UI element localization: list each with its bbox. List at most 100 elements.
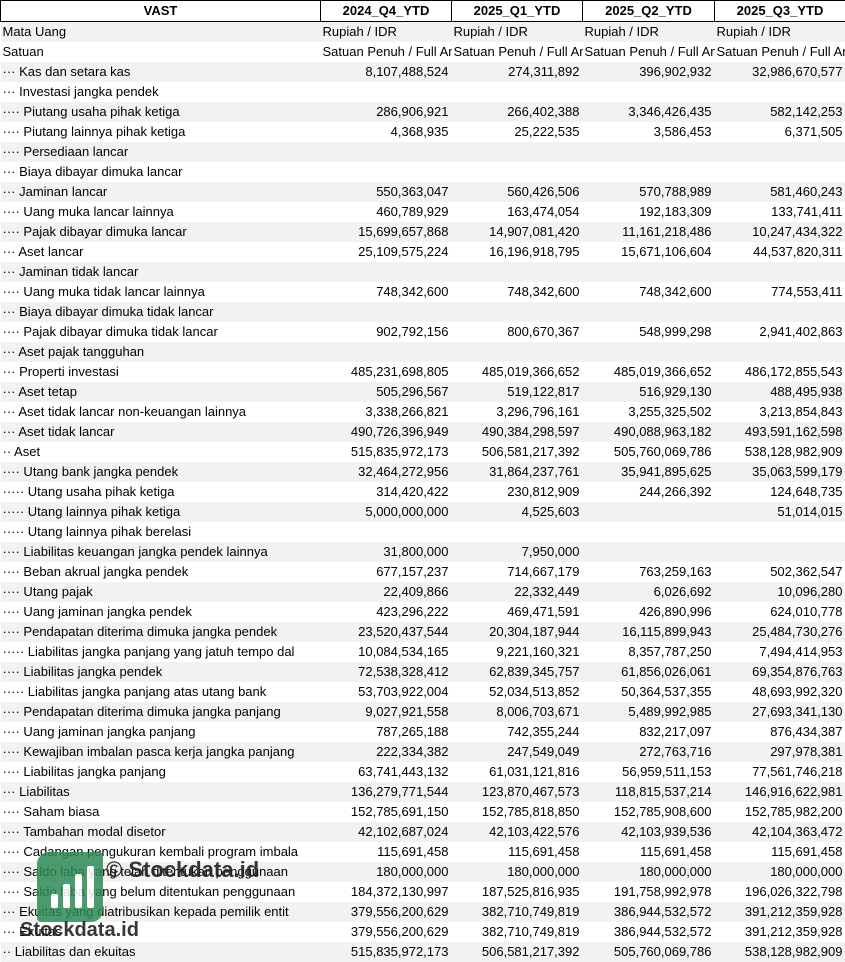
- row-value: 314,420,422: [321, 482, 452, 502]
- row-label: ···· Utang pajak: [1, 582, 321, 602]
- row-value: 379,556,200,629: [321, 902, 452, 922]
- table-row: ···· Utang pajak22,409,86622,332,4496,02…: [1, 582, 845, 602]
- row-value: 52,034,513,852: [452, 682, 583, 702]
- financial-table: VAST 2024_Q4_YTD 2025_Q1_YTD 2025_Q2_YTD…: [0, 0, 845, 962]
- row-label: Satuan: [1, 42, 321, 62]
- row-label: ··· Aset tetap: [1, 382, 321, 402]
- row-value: 16,115,899,943: [583, 622, 715, 642]
- row-value: 25,222,535: [452, 122, 583, 142]
- row-value: 876,434,387: [715, 722, 845, 742]
- row-value: 297,978,381: [715, 742, 845, 762]
- row-value: 748,342,600: [583, 282, 715, 302]
- row-value: 506,581,217,392: [452, 442, 583, 462]
- row-value: 391,212,359,928: [715, 922, 845, 942]
- row-value: [583, 542, 715, 562]
- table-row: ···· Piutang lainnya pihak ketiga4,368,9…: [1, 122, 845, 142]
- row-value: [583, 522, 715, 542]
- table-row: ···· Uang muka tidak lancar lainnya748,3…: [1, 282, 845, 302]
- row-value: 180,000,000: [452, 862, 583, 882]
- row-value: Satuan Penuh / Full Amount: [452, 42, 583, 62]
- row-value: 42,104,363,472: [715, 822, 845, 842]
- row-value: [452, 262, 583, 282]
- table-row: ·· Liabilitas dan ekuitas515,835,972,173…: [1, 942, 845, 962]
- table-row: ···· Uang jaminan jangka panjang787,265,…: [1, 722, 845, 742]
- row-value: 14,907,081,420: [452, 222, 583, 242]
- row-value: 222,334,382: [321, 742, 452, 762]
- watermark-text: © Stockdata.id: [106, 857, 259, 883]
- row-value: 382,710,749,819: [452, 922, 583, 942]
- row-value: 56,959,511,153: [583, 762, 715, 782]
- row-value: [715, 542, 845, 562]
- row-value: [452, 342, 583, 362]
- row-value: 505,760,069,786: [583, 942, 715, 962]
- header-row: VAST 2024_Q4_YTD 2025_Q1_YTD 2025_Q2_YTD…: [1, 1, 845, 22]
- table-row: ··· Liabilitas136,279,771,544123,870,467…: [1, 782, 845, 802]
- row-value: [321, 342, 452, 362]
- row-value: 61,031,121,816: [452, 762, 583, 782]
- row-value: 677,157,237: [321, 562, 452, 582]
- table-body: Mata UangRupiah / IDRRupiah / IDRRupiah …: [1, 22, 845, 962]
- table-row: ···· Tambahan modal disetor42,102,687,02…: [1, 822, 845, 842]
- row-value: 69,354,876,763: [715, 662, 845, 682]
- row-label: ··· Liabilitas: [1, 782, 321, 802]
- row-value: 486,172,855,543: [715, 362, 845, 382]
- row-value: 42,103,422,576: [452, 822, 583, 842]
- row-value: 624,010,778: [715, 602, 845, 622]
- row-label: ···· Liabilitas jangka panjang: [1, 762, 321, 782]
- row-value: 191,758,992,978: [583, 882, 715, 902]
- row-value: [715, 342, 845, 362]
- row-value: 560,426,506: [452, 182, 583, 202]
- row-value: [715, 522, 845, 542]
- row-value: 493,591,162,598: [715, 422, 845, 442]
- table-row: ···· Uang muka lancar lainnya460,789,929…: [1, 202, 845, 222]
- row-value: 266,402,388: [452, 102, 583, 122]
- row-value: 61,856,026,061: [583, 662, 715, 682]
- row-label: ····· Utang lainnya pihak berelasi: [1, 522, 321, 542]
- row-label: ···· Pajak dibayar dimuka lancar: [1, 222, 321, 242]
- row-value: [583, 142, 715, 162]
- row-label: ···· Pajak dibayar dimuka tidak lancar: [1, 322, 321, 342]
- row-value: [715, 262, 845, 282]
- table-row: ···· Beban akrual jangka pendek677,157,2…: [1, 562, 845, 582]
- row-value: 515,835,972,173: [321, 442, 452, 462]
- row-value: 386,944,532,572: [583, 922, 715, 942]
- row-value: 5,489,992,985: [583, 702, 715, 722]
- row-value: Satuan Penuh / Full Amount: [321, 42, 452, 62]
- row-value: 748,342,600: [321, 282, 452, 302]
- row-label: ·· Liabilitas dan ekuitas: [1, 942, 321, 962]
- row-value: [715, 162, 845, 182]
- table-row: ···· Pendapatan diterima dimuka jangka p…: [1, 702, 845, 722]
- row-value: 582,142,253: [715, 102, 845, 122]
- table-row: ··· Properti investasi485,231,698,805485…: [1, 362, 845, 382]
- row-value: [321, 162, 452, 182]
- row-value: 10,247,434,322: [715, 222, 845, 242]
- row-value: 286,906,921: [321, 102, 452, 122]
- row-value: 379,556,200,629: [321, 922, 452, 942]
- row-label: ···· Persediaan lancar: [1, 142, 321, 162]
- row-label: ···· Uang muka tidak lancar lainnya: [1, 282, 321, 302]
- row-value: 382,710,749,819: [452, 902, 583, 922]
- row-value: [452, 302, 583, 322]
- row-label: ···· Uang jaminan jangka panjang: [1, 722, 321, 742]
- table-row: ···· Pajak dibayar dimuka tidak lancar90…: [1, 322, 845, 342]
- row-value: 48,693,992,320: [715, 682, 845, 702]
- row-value: Satuan Penuh / Full Amount: [715, 42, 845, 62]
- row-label: ···· Kewajiban imbalan pasca kerja jangk…: [1, 742, 321, 762]
- row-value: 485,019,366,652: [452, 362, 583, 382]
- row-value: 192,183,309: [583, 202, 715, 222]
- row-value: Rupiah / IDR: [452, 22, 583, 43]
- row-value: [583, 82, 715, 102]
- meta-row: SatuanSatuan Penuh / Full AmountSatuan P…: [1, 42, 845, 62]
- header-period: 2024_Q4_YTD: [321, 1, 452, 22]
- row-value: 460,789,929: [321, 202, 452, 222]
- row-value: [321, 142, 452, 162]
- row-label: ····· Utang lainnya pihak ketiga: [1, 502, 321, 522]
- row-value: 152,785,818,850: [452, 802, 583, 822]
- row-value: 187,525,816,935: [452, 882, 583, 902]
- row-value: [583, 262, 715, 282]
- row-value: 15,671,106,604: [583, 242, 715, 262]
- table-row: ··· Jaminan tidak lancar: [1, 262, 845, 282]
- table-row: ···· Uang jaminan jangka pendek423,296,2…: [1, 602, 845, 622]
- row-value: 742,355,244: [452, 722, 583, 742]
- row-value: 516,929,130: [583, 382, 715, 402]
